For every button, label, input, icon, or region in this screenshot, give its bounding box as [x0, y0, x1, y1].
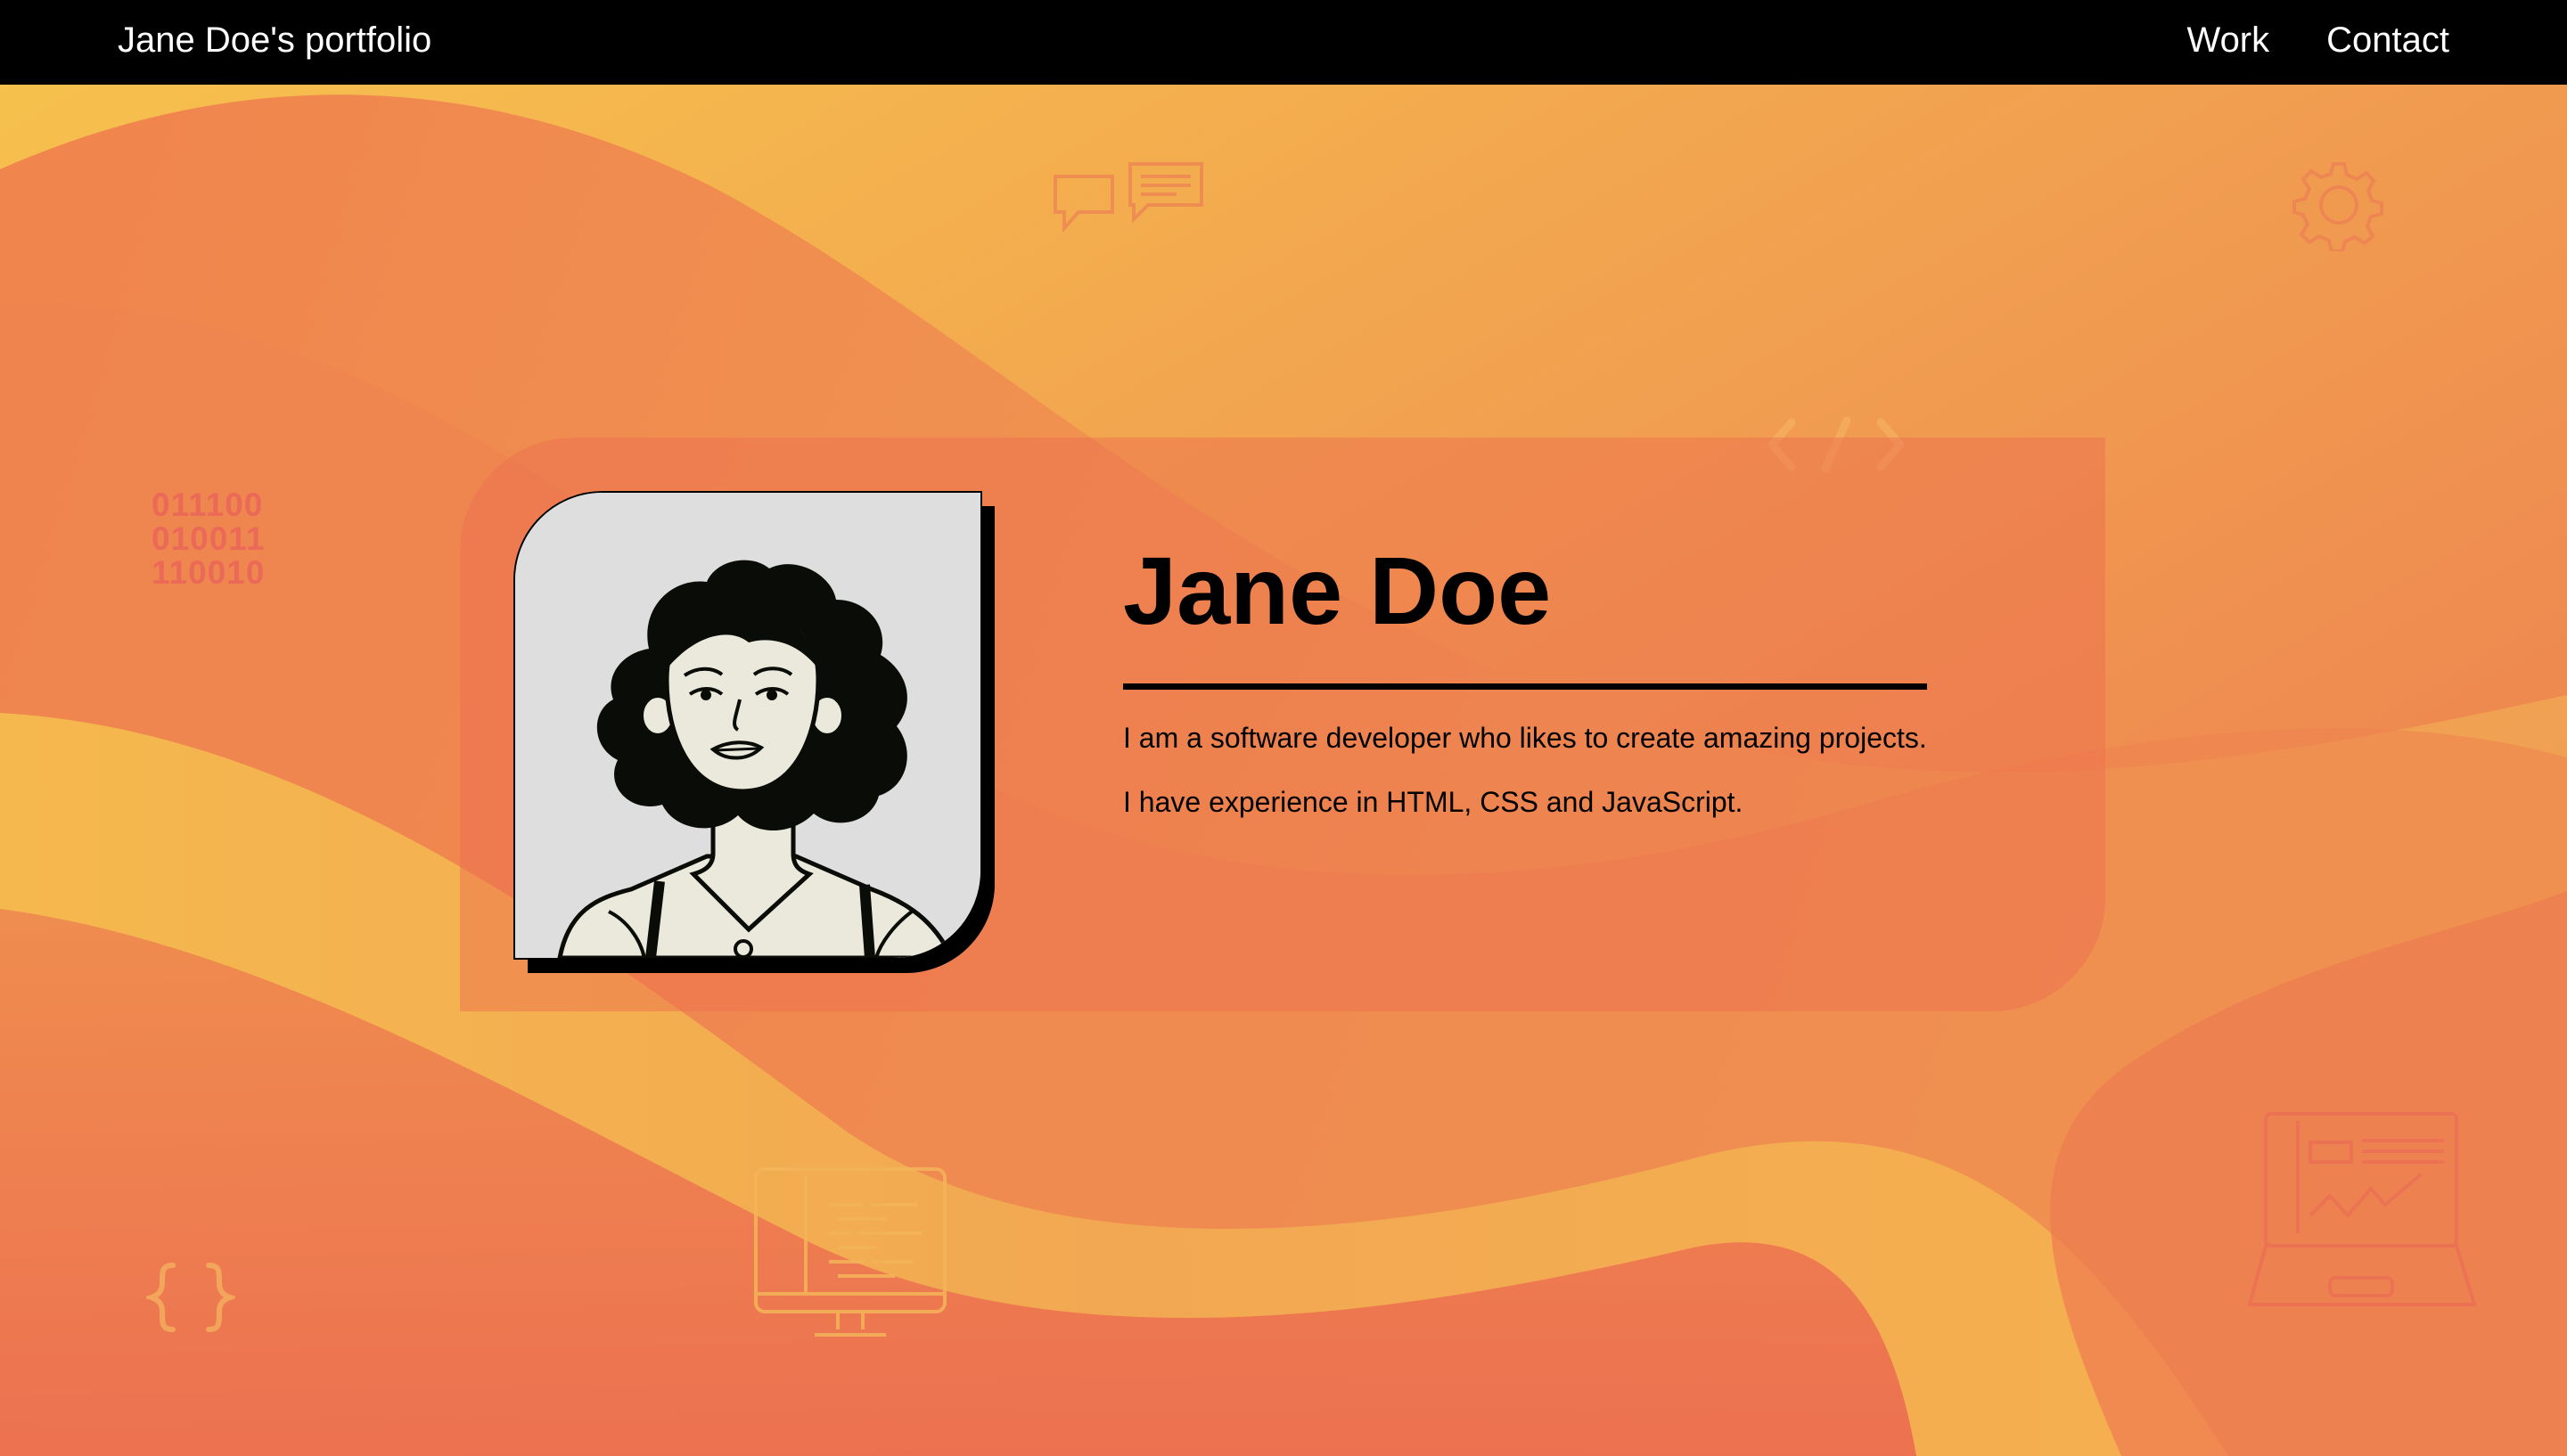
gear-icon — [2292, 162, 2383, 251]
hero-name: Jane Doe — [1123, 536, 1552, 644]
brand-link[interactable]: Jane Doe's portfolio — [118, 18, 431, 62]
bio-line-2: I have experience in HTML, CSS and JavaS… — [1123, 786, 1743, 818]
woman-illustration-icon — [515, 493, 980, 958]
curly-braces-icon — [146, 1263, 235, 1332]
binary-icon: 011100 010011 110010 — [152, 488, 265, 590]
top-navbar: Jane Doe's portfolio Work Contact — [0, 0, 2567, 85]
chat-bubbles-icon — [1054, 162, 1203, 233]
binary-row: 010011 — [152, 520, 266, 557]
nav-link-work[interactable]: Work — [2187, 18, 2270, 62]
nav-links: Work Contact — [2187, 18, 2449, 62]
binary-row: 110010 — [152, 554, 266, 591]
intro-text: Jane Doe I am a software developer who l… — [1123, 533, 1929, 820]
avatar — [513, 491, 982, 960]
laptop-chart-icon — [2247, 1112, 2477, 1306]
nav-link-contact[interactable]: Contact — [2326, 18, 2449, 62]
divider — [1123, 683, 1927, 690]
binary-row: 011100 — [152, 487, 264, 523]
bio-line-1: I am a software developer who likes to c… — [1123, 722, 1927, 754]
monitor-code-icon — [754, 1167, 947, 1337]
